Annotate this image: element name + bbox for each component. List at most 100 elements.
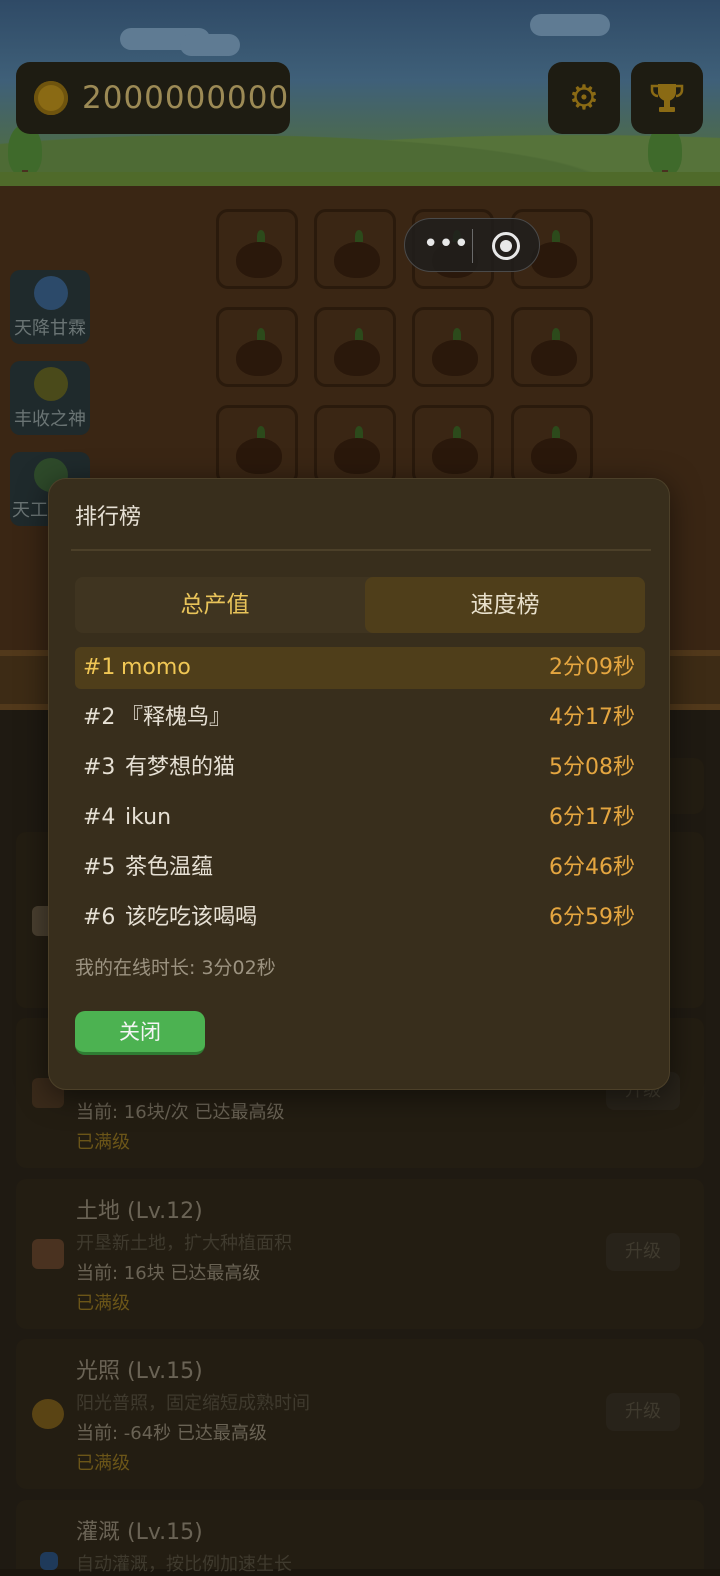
my-online-time: 我的在线时长: 3分02秒 [75, 957, 276, 979]
soil-mound [334, 438, 380, 474]
rank-number: #3 [83, 755, 116, 780]
player-time: 6分59秒 [549, 905, 635, 930]
tab-speed-ranking[interactable]: 速度榜 [365, 577, 645, 633]
card-desc: 阳光普照，固定缩短成熟时间 [76, 1393, 310, 1414]
sprout-icon [355, 426, 363, 438]
farm-plot[interactable] [314, 307, 396, 387]
soil-mound [236, 242, 282, 278]
rank-number: #6 [83, 905, 116, 930]
soil-mound [236, 438, 282, 474]
soil-mound [236, 340, 282, 376]
leaderboard-row: #4 ikun 6分17秒 [75, 797, 645, 839]
card-status: 已满级 [76, 1453, 130, 1474]
leaderboard-row: #2 『释槐鸟』 4分17秒 [75, 697, 645, 739]
player-name: 该吃吃该喝喝 [125, 905, 258, 930]
dialog-title: 排行榜 [75, 505, 142, 530]
divider [71, 549, 651, 551]
leaderboard-row: #3 有梦想的猫 5分08秒 [75, 747, 645, 789]
ranking-button[interactable] [631, 62, 703, 134]
close-mini-program-button[interactable] [492, 232, 520, 260]
sprout-icon [355, 328, 363, 340]
upgrade-card-irrigation: 灌溉 (Lv.15) 自动灌溉，按比例加速生长 [16, 1500, 704, 1575]
farm-plot[interactable] [511, 405, 593, 485]
player-name: 『释槐鸟』 [121, 705, 232, 730]
coin-icon [34, 81, 68, 115]
leaderboard-row: #6 该吃吃该喝喝 6分59秒 [75, 897, 645, 939]
rain-cloud-icon [34, 276, 68, 310]
player-name: ikun [125, 805, 172, 830]
soil-mound [432, 438, 478, 474]
farm-plot[interactable] [216, 209, 298, 289]
sprout-icon [257, 426, 265, 438]
leaderboard-row: #1 momo 2分09秒 [75, 647, 645, 689]
farm-plot[interactable] [216, 405, 298, 485]
player-name: 有梦想的猫 [125, 755, 236, 780]
card-desc: 自动灌溉，按比例加速生长 [76, 1554, 292, 1575]
rank-number: #5 [83, 855, 116, 880]
leaderboard-row: #5 茶色温蕴 6分46秒 [75, 847, 645, 889]
soil-mound [432, 340, 478, 376]
farm-plot[interactable] [412, 307, 494, 387]
sprout-icon [552, 426, 560, 438]
cloud [530, 14, 610, 36]
close-button[interactable]: 关闭 [75, 1011, 205, 1055]
card-current: 当前: -64秒 已达最高级 [76, 1423, 267, 1444]
player-time: 5分08秒 [549, 755, 635, 780]
gear-icon: ⚙ [568, 78, 600, 118]
player-name: momo [121, 655, 191, 680]
settings-button[interactable]: ⚙ [548, 62, 620, 134]
trophy-icon [650, 84, 684, 112]
card-title: 土地 (Lv.12) [76, 1199, 203, 1224]
farm-plot[interactable] [314, 209, 396, 289]
capsule-divider [472, 229, 473, 263]
coin-value: 2000000000 [82, 80, 290, 116]
upgrade-card-land: 土地 (Lv.12) 开垦新土地，扩大种植面积 当前: 16块 已达最高级 已满… [16, 1179, 704, 1329]
sprout-icon [355, 230, 363, 242]
player-time: 4分17秒 [549, 705, 635, 730]
cloud [180, 34, 240, 56]
player-time: 6分46秒 [549, 855, 635, 880]
water-drop-icon [40, 1552, 58, 1570]
sprout-icon [453, 328, 461, 340]
player-time: 6分17秒 [549, 805, 635, 830]
rank-number: #4 [83, 805, 116, 830]
coin-balance: 2000000000 [16, 62, 290, 134]
card-current: 当前: 16块 已达最高级 [76, 1263, 261, 1284]
soil-mound [531, 438, 577, 474]
card-title: 光照 (Lv.15) [76, 1359, 203, 1384]
sprout-icon [257, 328, 265, 340]
skill-harvest[interactable]: 丰收之神 [10, 361, 90, 435]
soil-mound [334, 242, 380, 278]
card-status: 已满级 [76, 1132, 130, 1153]
card-status: 已满级 [76, 1293, 130, 1314]
card-title: 灌溉 (Lv.15) [76, 1520, 203, 1545]
land-icon [32, 1239, 64, 1269]
card-current: 当前: 16块/次 已达最高级 [76, 1102, 285, 1123]
leaderboard-tabs: 总产值 速度榜 [75, 577, 645, 633]
skill-label: 天降甘霖 [14, 318, 86, 339]
upgrade-button[interactable]: 升级 [606, 1233, 680, 1271]
sun-icon [32, 1399, 64, 1429]
player-name: 茶色温蕴 [125, 855, 214, 880]
soil-mound [531, 340, 577, 376]
upgrade-button[interactable]: 升级 [606, 1393, 680, 1431]
farm-plot[interactable] [511, 307, 593, 387]
harvest-medal-icon [34, 367, 68, 401]
player-time: 2分09秒 [549, 655, 635, 680]
rank-number: #1 [83, 655, 116, 680]
farm-plot[interactable] [314, 405, 396, 485]
farm-plot[interactable] [216, 307, 298, 387]
tab-total-output[interactable]: 总产值 [75, 577, 355, 633]
farm-plot[interactable] [412, 405, 494, 485]
skill-label: 丰收之神 [14, 409, 86, 430]
upgrade-card-light: 光照 (Lv.15) 阳光普照，固定缩短成熟时间 当前: -64秒 已达最高级 … [16, 1339, 704, 1489]
soil-mound [334, 340, 380, 376]
grass-strip [0, 172, 720, 186]
more-menu-button[interactable]: ••• [423, 229, 469, 263]
sprout-icon [453, 426, 461, 438]
sprout-icon [552, 230, 560, 242]
sprout-icon [257, 230, 265, 242]
rank-number: #2 [83, 705, 116, 730]
leaderboard-dialog: 排行榜 总产值 速度榜 #1 momo 2分09秒 #2 『释槐鸟』 4分17秒… [48, 478, 670, 1090]
skill-rain[interactable]: 天降甘霖 [10, 270, 90, 344]
